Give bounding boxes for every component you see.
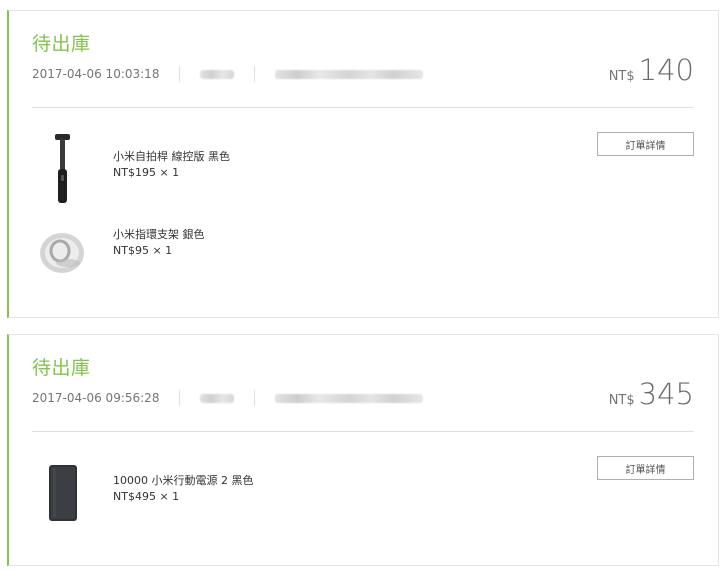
redacted-recipient-name: [200, 393, 235, 403]
item-name[interactable]: 10000 小米行動電源 2 黑色: [113, 473, 253, 489]
order-detail-button[interactable]: 訂單詳情: [597, 456, 694, 480]
order-time: 2017-04-06 09:56:28: [32, 391, 160, 405]
ring-holder-icon[interactable]: [32, 215, 92, 295]
order-card: 待出庫 2017-04-06 10:03:18 NT$ 140 小米自拍桿 線控…: [7, 10, 719, 318]
order-item: 小米指環支架 銀色 NT$95 × 1: [32, 215, 452, 295]
meta-separator: [254, 66, 256, 82]
meta-separator: [254, 390, 256, 406]
order-meta: 2017-04-06 09:56:28: [32, 389, 424, 407]
item-price: NT$195 × 1: [113, 166, 180, 179]
order-detail-button[interactable]: 訂單詳情: [597, 132, 694, 156]
power-bank-icon[interactable]: [32, 455, 92, 535]
total-currency: NT$: [608, 393, 635, 408]
order-time: 2017-04-06 10:03:18: [32, 67, 160, 81]
redacted-recipient-name: [200, 69, 235, 79]
divider: [32, 107, 694, 108]
redacted-recipient-address: [275, 393, 424, 403]
meta-separator: [179, 66, 181, 82]
item-price: NT$95 × 1: [113, 244, 173, 257]
order-item: 10000 小米行動電源 2 黑色 NT$495 × 1: [32, 455, 452, 535]
item-name[interactable]: 小米指環支架 銀色: [113, 227, 205, 243]
redacted-recipient-address: [275, 69, 424, 79]
order-total: NT$ 345: [609, 377, 694, 411]
order-meta: 2017-04-06 10:03:18: [32, 65, 424, 83]
order-status: 待出庫: [32, 357, 91, 379]
total-amount: 345: [638, 377, 694, 411]
order-status: 待出庫: [32, 33, 91, 55]
item-price: NT$495 × 1: [113, 490, 180, 503]
item-name[interactable]: 小米自拍桿 線控版 黑色: [113, 149, 230, 165]
total-amount: 140: [638, 53, 694, 87]
order-card: 待出庫 2017-04-06 09:56:28 NT$ 345 10000 小米…: [7, 334, 719, 566]
selfie-stick-icon[interactable]: [32, 131, 92, 211]
divider: [32, 431, 694, 432]
order-total: NT$ 140: [609, 53, 694, 87]
total-currency: NT$: [608, 69, 635, 84]
meta-separator: [179, 390, 181, 406]
order-item: 小米自拍桿 線控版 黑色 NT$195 × 1: [32, 131, 452, 211]
